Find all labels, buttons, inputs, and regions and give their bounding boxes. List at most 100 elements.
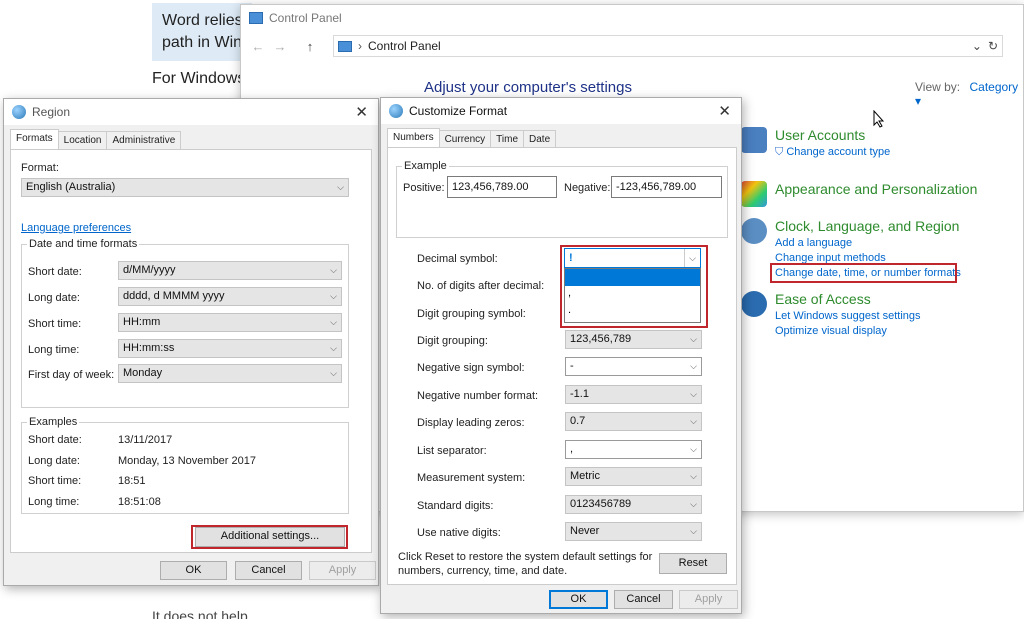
first-day-label: First day of week: xyxy=(28,369,115,381)
refresh-icon[interactable]: ↻ xyxy=(988,39,998,53)
chevron-down-icon: ⌵ xyxy=(690,499,697,509)
chevron-down-icon: ⌵ xyxy=(330,343,337,353)
leading-zeros-label: Display leading zeros: xyxy=(417,417,525,429)
clock-globe-icon xyxy=(741,218,767,244)
negative-label: Negative: xyxy=(564,182,611,194)
category-user-accounts: User Accounts ⛉ Change account type xyxy=(741,127,890,159)
category-title[interactable]: User Accounts xyxy=(775,127,890,143)
negative-sign-label: Negative sign symbol: xyxy=(417,362,525,374)
globe-icon xyxy=(389,104,403,118)
category-link-text[interactable]: Change account type xyxy=(786,146,890,158)
tab-numbers[interactable]: Numbers xyxy=(387,128,440,148)
view-by-label: View by: xyxy=(915,80,961,94)
highlight-box xyxy=(770,263,957,283)
view-by-value[interactable]: Category xyxy=(969,80,1018,94)
decimal-symbol-dropdown[interactable]: , . xyxy=(564,268,701,323)
up-arrow-icon[interactable]: ↑ xyxy=(299,39,321,54)
measurement-value: Metric xyxy=(570,470,600,482)
forward-arrow-icon[interactable]: → xyxy=(269,39,291,54)
example-label: Long date: xyxy=(28,455,80,467)
cp-window-title: Control Panel xyxy=(269,11,342,25)
category-link[interactable]: ⛉ Change account type xyxy=(775,146,890,159)
control-panel-icon xyxy=(338,40,352,52)
chevron-down-icon[interactable]: ⌵ xyxy=(684,249,700,267)
long-time-label: Long time: xyxy=(28,344,80,356)
cancel-button[interactable]: Cancel xyxy=(614,590,673,609)
cancel-button[interactable]: Cancel xyxy=(235,561,302,580)
example-group-title: Example xyxy=(402,160,449,172)
category-title[interactable]: Clock, Language, and Region xyxy=(775,218,961,234)
globe-icon xyxy=(12,105,26,119)
chevron-down-icon: ⌵ xyxy=(330,265,337,275)
category-title[interactable]: Ease of Access xyxy=(775,291,921,307)
format-select[interactable]: English (Australia) ⌵ xyxy=(21,178,349,197)
short-date-value: d/MM/yyyy xyxy=(123,264,176,276)
apply-button[interactable]: Apply xyxy=(309,561,376,580)
back-arrow-icon[interactable]: ← xyxy=(247,39,269,54)
address-bar[interactable]: › Control Panel ⌄ ↻ xyxy=(333,35,1003,57)
long-time-value: HH:mm:ss xyxy=(123,342,175,354)
example-value: 13/11/2017 xyxy=(118,434,173,446)
negative-format-value: -1.1 xyxy=(570,388,589,400)
language-preferences-link[interactable]: Language preferences xyxy=(21,222,131,234)
short-time-select[interactable]: HH:mm ⌵ xyxy=(118,313,342,332)
standard-digits-select[interactable]: 0123456789 ⌵ xyxy=(565,495,702,514)
dropdown-option[interactable] xyxy=(565,269,700,286)
dropdown-option[interactable]: , xyxy=(565,286,700,303)
decimal-symbol-value[interactable]: ! xyxy=(569,252,573,264)
long-date-value: dddd, d MMMM yyyy xyxy=(123,290,225,302)
customize-title: Customize Format xyxy=(409,104,508,118)
measurement-select[interactable]: Metric ⌵ xyxy=(565,467,702,486)
long-time-select[interactable]: HH:mm:ss ⌵ xyxy=(118,339,342,358)
tab-formats[interactable]: Formats xyxy=(10,129,59,149)
leading-zeros-select[interactable]: 0.7 ⌵ xyxy=(565,412,702,431)
view-by: View by: Category ▾ xyxy=(915,80,1023,108)
close-icon[interactable]: ✕ xyxy=(718,102,731,120)
native-digits-select[interactable]: Never ⌵ xyxy=(565,522,702,541)
native-digits-value: Never xyxy=(570,525,600,537)
example-label: Long time: xyxy=(28,496,80,508)
dropdown-option[interactable]: . xyxy=(565,303,700,320)
first-day-value: Monday xyxy=(123,367,163,379)
close-icon[interactable]: ✕ xyxy=(355,103,368,121)
negative-format-select[interactable]: -1.1 ⌵ xyxy=(565,385,702,404)
decimal-symbol-input[interactable]: ! ⌵ xyxy=(564,248,701,268)
tab-administrative[interactable]: Administrative xyxy=(106,131,182,151)
long-date-select[interactable]: dddd, d MMMM yyyy ⌵ xyxy=(118,287,342,306)
category-link[interactable]: Add a language xyxy=(775,237,961,249)
category-title[interactable]: Appearance and Personalization xyxy=(775,181,977,197)
digits-after-decimal-label: No. of digits after decimal: xyxy=(417,280,545,292)
list-separator-select[interactable]: , ⌵ xyxy=(565,440,702,459)
breadcrumb[interactable]: Control Panel xyxy=(368,39,441,53)
measurement-label: Measurement system: xyxy=(417,472,526,484)
chevron-down-icon: ⌵ xyxy=(690,334,697,344)
reset-note: numbers, currency, time, and date. xyxy=(398,565,568,577)
short-date-select[interactable]: d/MM/yyyy ⌵ xyxy=(118,261,342,280)
chevron-down-icon: ⌵ xyxy=(690,389,697,399)
ok-button[interactable]: OK xyxy=(549,590,608,609)
reset-button[interactable]: Reset xyxy=(659,553,727,574)
short-date-label: Short date: xyxy=(28,266,82,278)
chevron-down-icon: ⌵ xyxy=(330,291,337,301)
apply-button[interactable]: Apply xyxy=(679,590,738,609)
tab-location[interactable]: Location xyxy=(57,131,108,151)
chevron-down-icon[interactable]: ⌄ xyxy=(972,39,982,53)
article-text-line: For Windows xyxy=(152,70,246,87)
first-day-select[interactable]: Monday ⌵ xyxy=(118,364,342,383)
category-link[interactable]: Let Windows suggest settings xyxy=(775,310,921,322)
negative-sign-value: - xyxy=(570,360,574,372)
region-dialog: Region ✕ Formats Location Administrative… xyxy=(3,98,379,586)
customize-format-dialog: Customize Format ✕ Numbers Currency Time… xyxy=(380,97,742,614)
region-titlebar: Region ✕ xyxy=(4,99,378,125)
region-title: Region xyxy=(32,105,71,119)
region-tabs: Formats Location Administrative xyxy=(10,129,182,151)
customize-titlebar: Customize Format ✕ xyxy=(381,98,741,124)
native-digits-label: Use native digits: xyxy=(417,527,501,539)
negative-sign-select[interactable]: - ⌵ xyxy=(565,357,702,376)
category-link[interactable]: Optimize visual display xyxy=(775,325,921,337)
ok-button[interactable]: OK xyxy=(160,561,227,580)
decimal-symbol-label: Decimal symbol: xyxy=(417,253,498,265)
breadcrumb-chevron-icon: › xyxy=(358,39,362,53)
digit-grouping-select[interactable]: 123,456,789 ⌵ xyxy=(565,330,702,349)
chevron-down-icon: ⌵ xyxy=(690,526,697,536)
